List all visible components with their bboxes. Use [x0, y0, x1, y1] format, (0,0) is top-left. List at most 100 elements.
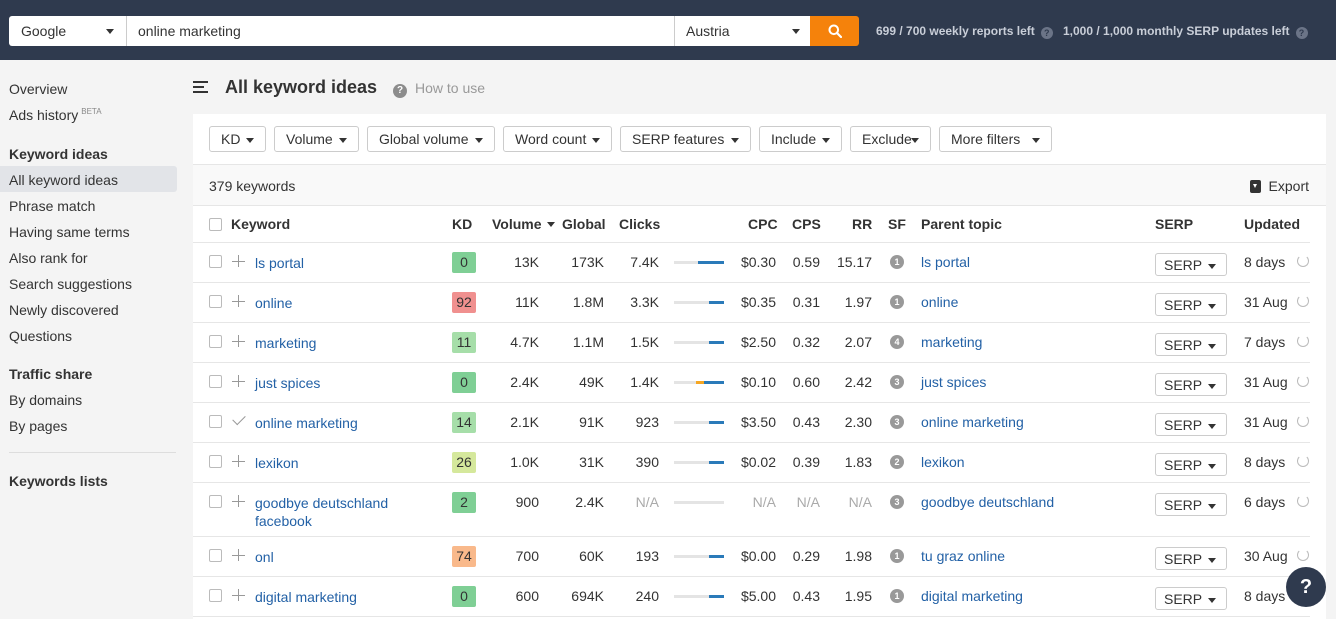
keyword-link[interactable]: online	[255, 294, 415, 312]
serp-dropdown[interactable]: SERP	[1155, 547, 1227, 570]
filter-include[interactable]: Include	[759, 126, 842, 152]
refresh-icon[interactable]	[1297, 375, 1309, 387]
filter-exclude[interactable]: Exclude	[850, 126, 931, 152]
serp-features-badge[interactable]: 1	[890, 255, 904, 269]
row-checkbox[interactable]	[209, 335, 222, 348]
row-checkbox[interactable]	[209, 495, 222, 508]
parent-topic-link[interactable]: lexikon	[921, 454, 965, 470]
refresh-icon[interactable]	[1297, 455, 1309, 467]
col-updated[interactable]: Updated	[1244, 216, 1300, 232]
sidebar-item-ads-history[interactable]: Ads history BETA	[9, 107, 102, 123]
parent-topic-link[interactable]: tu graz online	[921, 548, 1005, 564]
col-rr[interactable]: RR	[852, 216, 872, 232]
select-all-checkbox[interactable]	[209, 218, 222, 231]
sidebar-item-search-suggestions[interactable]: Search suggestions	[9, 276, 132, 292]
parent-topic-link[interactable]: digital marketing	[921, 588, 1023, 604]
col-keyword[interactable]: Keyword	[231, 216, 290, 232]
col-volume[interactable]: Volume	[492, 216, 555, 232]
keyword-link[interactable]: ls portal	[255, 254, 415, 272]
keyword-search-input[interactable]	[127, 16, 674, 46]
parent-topic-link[interactable]: just spices	[921, 374, 986, 390]
refresh-icon[interactable]	[1297, 255, 1309, 267]
refresh-icon[interactable]	[1297, 549, 1309, 561]
refresh-icon[interactable]	[1297, 495, 1309, 507]
serp-features-badge[interactable]: 1	[890, 295, 904, 309]
parent-topic-link[interactable]: online	[921, 294, 958, 310]
parent-topic-link[interactable]: marketing	[921, 334, 982, 350]
serp-features-badge[interactable]: 1	[890, 549, 904, 563]
help-icon[interactable]: ?	[1040, 27, 1053, 39]
plus-icon[interactable]	[232, 254, 245, 267]
plus-icon[interactable]	[232, 334, 245, 347]
country-select[interactable]: Austria	[674, 16, 810, 46]
how-to-use-link[interactable]: ? How to use	[393, 80, 485, 98]
row-checkbox[interactable]	[209, 295, 222, 308]
help-icon[interactable]: ?	[1295, 27, 1308, 39]
row-checkbox[interactable]	[209, 415, 222, 428]
col-global[interactable]: Global	[562, 216, 606, 232]
col-cps[interactable]: CPS	[792, 216, 821, 232]
filter-volume[interactable]: Volume	[274, 126, 359, 152]
parent-topic-link[interactable]: online marketing	[921, 414, 1024, 430]
serp-dropdown[interactable]: SERP	[1155, 493, 1227, 516]
plus-icon[interactable]	[232, 548, 245, 561]
row-checkbox[interactable]	[209, 455, 222, 468]
sidebar-item-newly-discovered[interactable]: Newly discovered	[9, 302, 119, 318]
parent-topic-link[interactable]: ls portal	[921, 254, 970, 270]
serp-dropdown[interactable]: SERP	[1155, 453, 1227, 476]
col-kd[interactable]: KD	[452, 216, 472, 232]
keyword-link[interactable]: onl	[255, 548, 415, 566]
col-parent-topic[interactable]: Parent topic	[921, 216, 1002, 232]
sidebar-item-questions[interactable]: Questions	[9, 328, 72, 344]
filter-kd[interactable]: KD	[209, 126, 266, 152]
serp-features-badge[interactable]: 2	[890, 455, 904, 469]
export-button[interactable]: Export	[1249, 178, 1309, 194]
serp-dropdown[interactable]: SERP	[1155, 373, 1227, 396]
plus-icon[interactable]	[232, 494, 245, 507]
filter-more[interactable]: More filters	[939, 126, 1052, 152]
sidebar-item-by-pages[interactable]: By pages	[9, 418, 67, 434]
filter-word-count[interactable]: Word count	[503, 126, 612, 152]
refresh-icon[interactable]	[1297, 295, 1309, 307]
row-checkbox[interactable]	[209, 255, 222, 268]
search-button[interactable]	[810, 16, 859, 46]
sidebar-item-all-keyword-ideas[interactable]: All keyword ideas	[9, 172, 118, 188]
serp-features-badge[interactable]: 4	[890, 335, 904, 349]
plus-icon[interactable]	[232, 588, 245, 601]
sidebar-item-having-same-terms[interactable]: Having same terms	[9, 224, 130, 240]
col-cpc[interactable]: CPC	[748, 216, 778, 232]
filter-serp-features[interactable]: SERP features	[620, 126, 751, 152]
serp-dropdown[interactable]: SERP	[1155, 413, 1227, 436]
col-clicks[interactable]: Clicks	[619, 216, 660, 232]
parent-topic-link[interactable]: goodbye deutschland	[921, 494, 1054, 510]
check-icon[interactable]	[232, 411, 246, 426]
sidebar-item-keywords-lists[interactable]: Keywords lists	[9, 473, 108, 489]
keyword-link[interactable]: marketing	[255, 334, 415, 352]
sidebar-item-overview[interactable]: Overview	[9, 81, 67, 97]
sidebar-item-by-domains[interactable]: By domains	[9, 392, 82, 408]
serp-features-badge[interactable]: 3	[890, 495, 904, 509]
row-checkbox[interactable]	[209, 589, 222, 602]
serp-dropdown[interactable]: SERP	[1155, 253, 1227, 276]
menu-icon[interactable]	[193, 81, 208, 93]
col-sf[interactable]: SF	[888, 216, 906, 232]
serp-dropdown[interactable]: SERP	[1155, 587, 1227, 610]
help-chat-button[interactable]: ?	[1286, 567, 1326, 607]
sidebar-item-phrase-match[interactable]: Phrase match	[9, 198, 95, 214]
keyword-link[interactable]: just spices	[255, 374, 415, 392]
plus-icon[interactable]	[232, 374, 245, 387]
row-checkbox[interactable]	[209, 549, 222, 562]
plus-icon[interactable]	[232, 454, 245, 467]
keyword-link[interactable]: goodbye deutschland facebook	[255, 494, 415, 530]
serp-dropdown[interactable]: SERP	[1155, 333, 1227, 356]
filter-global-volume[interactable]: Global volume	[367, 126, 495, 152]
serp-features-badge[interactable]: 3	[890, 375, 904, 389]
keyword-link[interactable]: digital marketing	[255, 588, 415, 606]
keyword-link[interactable]: lexikon	[255, 454, 415, 472]
row-checkbox[interactable]	[209, 375, 222, 388]
plus-icon[interactable]	[232, 294, 245, 307]
refresh-icon[interactable]	[1297, 335, 1309, 347]
search-engine-select[interactable]: Google	[9, 16, 127, 46]
serp-features-badge[interactable]: 1	[890, 589, 904, 603]
serp-dropdown[interactable]: SERP	[1155, 293, 1227, 316]
